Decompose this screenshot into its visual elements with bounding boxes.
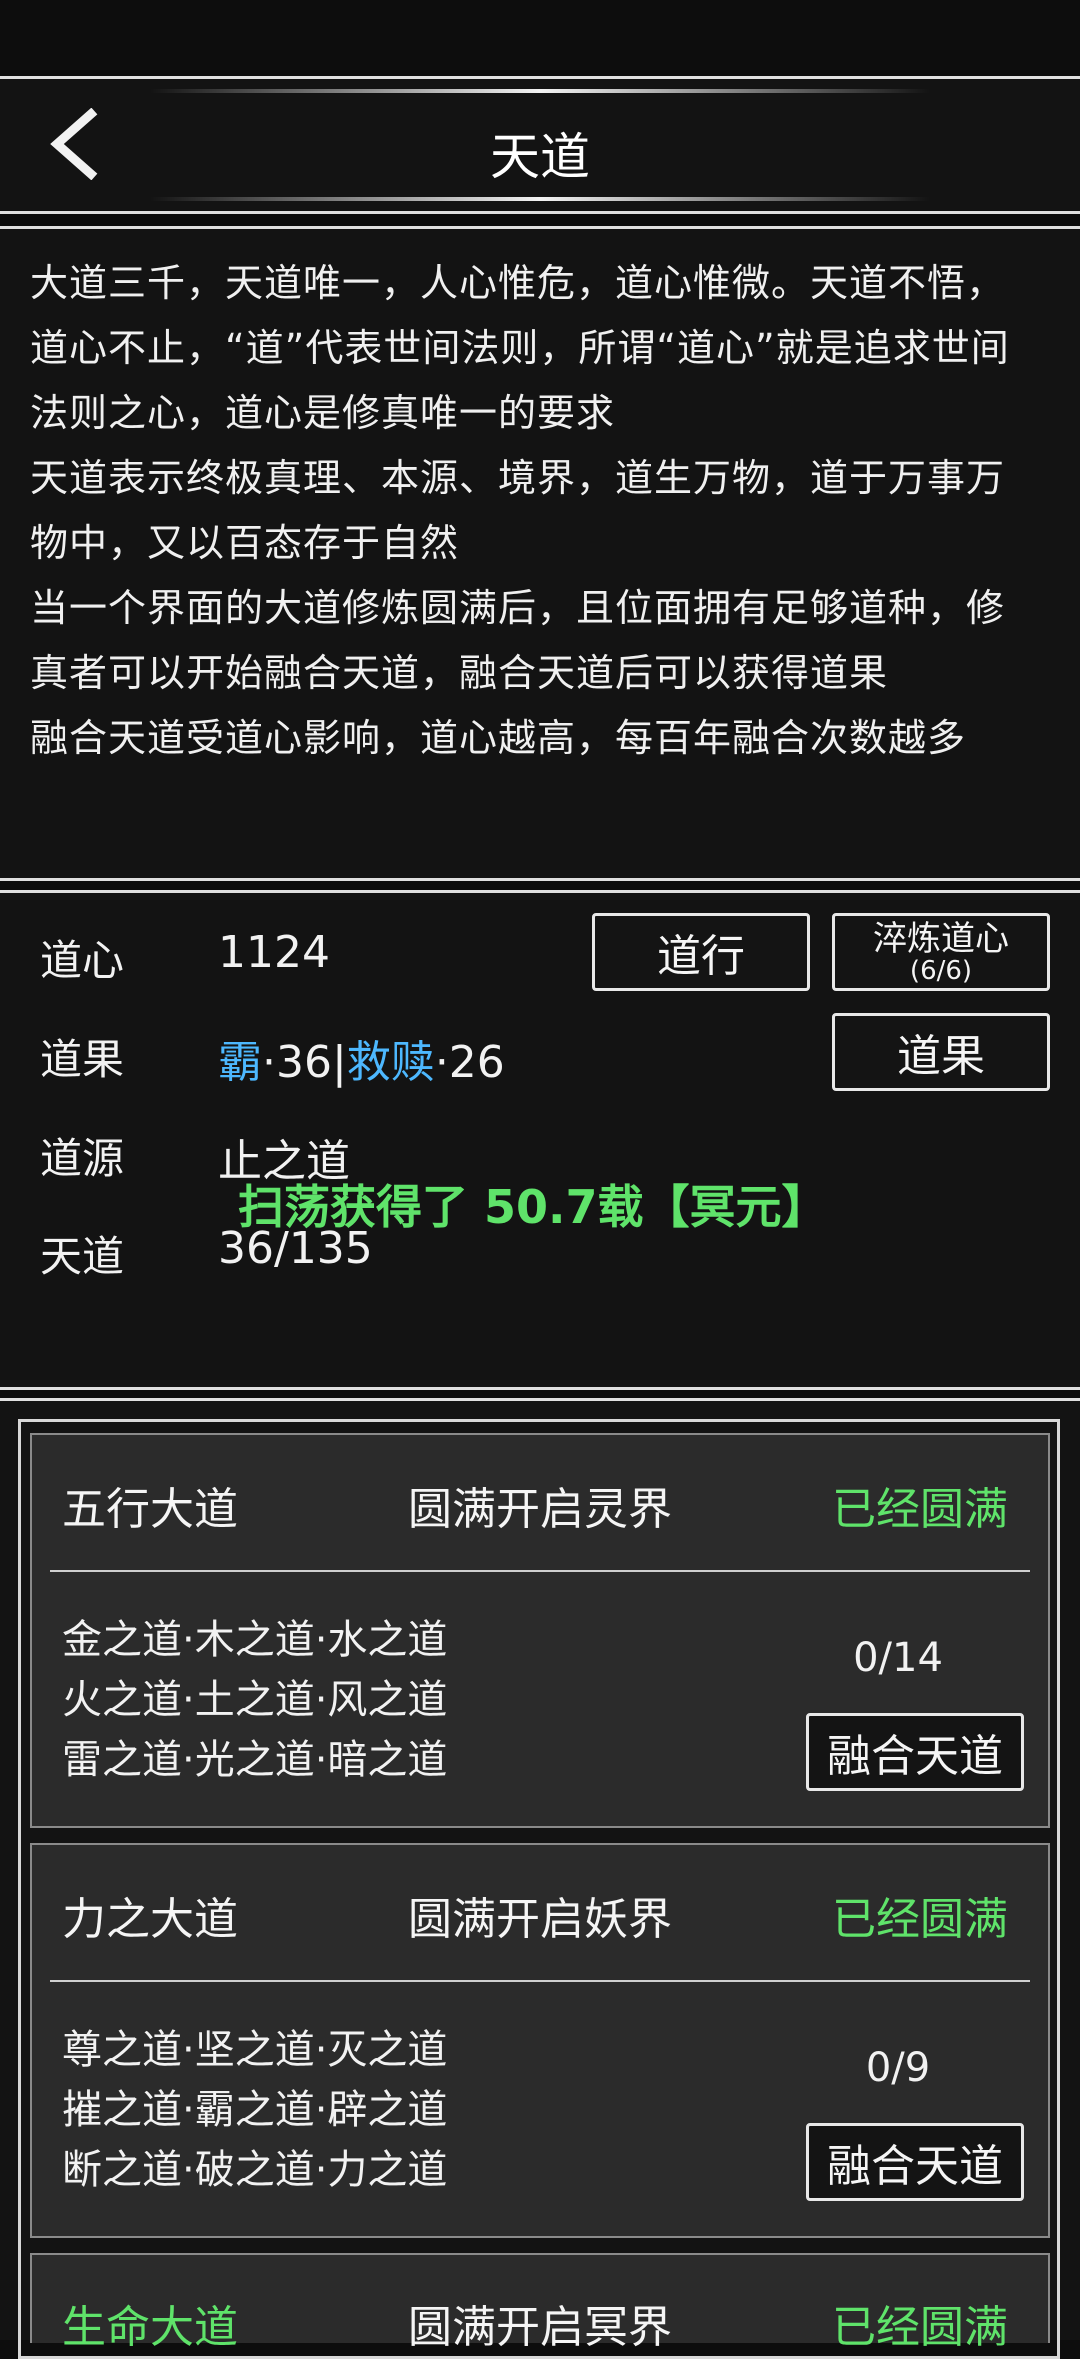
- dao-sub-line: 摧之道·霸之道·辟之道: [62, 2087, 448, 2133]
- cuilian-button-count: (6/6): [909, 956, 973, 986]
- dao-status: 已经圆满: [832, 2302, 1008, 2353]
- dao-card: 力之大道 圆满开启妖界 已经圆满 尊之道·坚之道·灭之道 摧之道·霸之道·辟之道…: [30, 1843, 1050, 2238]
- header-bar: 天道: [0, 76, 1080, 214]
- description-line: 真者可以开始融合天道，融合天道后可以获得道果: [30, 651, 889, 695]
- daoguo-b-value: ·26: [434, 1037, 505, 1088]
- dao-progress: 0/14: [853, 1635, 943, 1681]
- daoxing-button-label: 道行: [657, 931, 745, 982]
- daoxin-value: 1124: [218, 927, 330, 978]
- dao-sub-line: 断之道·破之道·力之道: [62, 2147, 448, 2193]
- dao-status: 已经圆满: [832, 1894, 1008, 1945]
- dao-list-panel: 五行大道 圆满开启灵界 已经圆满 金之道·木之道·水之道 火之道·土之道·风之道…: [0, 1398, 1080, 2359]
- daoguo-a-value: ·36: [262, 1037, 332, 1088]
- status-bar: [0, 0, 1080, 74]
- description-line: 道心不止，“道”代表世间法则，所谓“道心”就是追求世间: [30, 326, 1010, 370]
- daoyuan-label: 道源: [40, 1134, 125, 1183]
- fuse-tiandao-button[interactable]: 融合天道: [806, 1713, 1024, 1791]
- dao-sub-list: 金之道·木之道·水之道 火之道·土之道·风之道 雷之道·光之道·暗之道: [62, 1610, 447, 1790]
- dao-progress: 0/9: [865, 2045, 931, 2091]
- daoguo-a-name: 霸: [218, 1037, 262, 1088]
- daoguo-button[interactable]: 道果: [832, 1013, 1050, 1091]
- description-line: 物中，又以百态存于自然: [30, 521, 460, 565]
- description-line: 天道表示终极真理、本源、境界，道生万物，道于万事万: [30, 456, 1006, 500]
- fuse-tiandao-button[interactable]: 融合天道: [806, 2123, 1024, 2201]
- daoguo-label: 道果: [40, 1035, 125, 1084]
- description-line: 融合天道受道心影响，道心越高，每百年融合次数越多: [30, 716, 967, 760]
- dao-status: 已经圆满: [832, 1484, 1008, 1535]
- fuse-button-label: 融合天道: [827, 2141, 1003, 2192]
- cuilian-daoxin-button[interactable]: 淬炼道心 (6/6): [832, 913, 1050, 991]
- fuse-button-label: 融合天道: [827, 1731, 1003, 1782]
- dao-card: 五行大道 圆满开启灵界 已经圆满 金之道·木之道·水之道 火之道·土之道·风之道…: [30, 1433, 1050, 1828]
- dao-sub-list: 尊之道·坚之道·灭之道 摧之道·霸之道·辟之道 断之道·破之道·力之道: [62, 2020, 447, 2200]
- divider: [50, 1980, 1030, 1982]
- daoxin-label: 道心: [40, 936, 125, 985]
- dao-sub-line: 尊之道·坚之道·灭之道: [62, 2027, 448, 2073]
- page-title: 天道: [490, 128, 590, 186]
- dao-sub-line: 金之道·木之道·水之道: [62, 1617, 448, 1663]
- header-glow-bottom: [150, 197, 930, 201]
- description-line: 当一个界面的大道修炼圆满后，且位面拥有足够道种，修: [30, 586, 1006, 630]
- cuilian-button-label: 淬炼道心: [873, 919, 1009, 959]
- daoguo-value: 霸·36|救赎·26: [218, 1026, 505, 1090]
- description-line: 法则之心，道心是修真唯一的要求: [30, 391, 616, 435]
- dao-sub-line: 雷之道·光之道·暗之道: [62, 1737, 448, 1783]
- dao-card: 生命大道 圆满开启冥界 已经圆满: [30, 2253, 1050, 2353]
- daoguo-b-name: 救赎: [346, 1037, 435, 1088]
- dao-sub-line: 火之道·土之道·风之道: [62, 1677, 448, 1723]
- description-line: 大道三千，天道唯一，人心惟危，道心惟微。天道不悟，: [30, 261, 1006, 305]
- sweep-reward-toast: 扫荡获得了 50.7载【冥元】: [238, 1180, 828, 1234]
- daoguo-separator: |: [331, 1037, 347, 1088]
- daoxing-button[interactable]: 道行: [592, 913, 810, 991]
- description-panel: 大道三千，天道唯一，人心惟危，道心惟微。天道不悟， 道心不止，“道”代表世间法则…: [0, 226, 1080, 881]
- header-glow-top: [150, 89, 930, 93]
- tiandao-label: 天道: [40, 1232, 125, 1281]
- divider: [50, 1570, 1030, 1572]
- stats-panel: 道心 1124 道行 淬炼道心 (6/6) 道果 霸·36|救赎·26 道果 道…: [0, 890, 1080, 1390]
- daoguo-button-label: 道果: [897, 1031, 985, 1082]
